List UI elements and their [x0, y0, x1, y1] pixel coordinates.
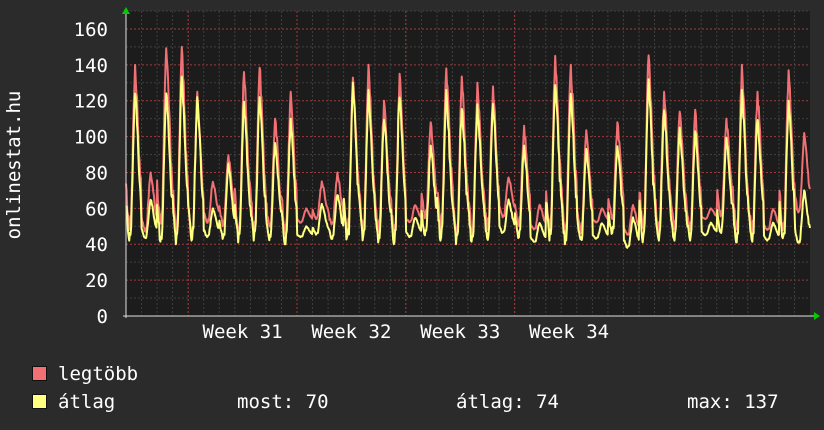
y-tick-label-140: 140	[74, 55, 108, 77]
legend-label-atlag: átlag	[58, 391, 116, 413]
legend-label-legtobb: legtöbb	[58, 363, 139, 385]
stat-average: átlag: 74	[456, 391, 559, 413]
x-tick-labels: Week 31 Week 32 Week 33 Week 34	[203, 321, 610, 340]
y-tick-label-100: 100	[74, 127, 108, 149]
stat-current: most: 70	[237, 391, 329, 413]
line-chart: 020406080100120140160 Week 31 Week 32 Week…	[3, 7, 820, 340]
x-tick-label-1: Week 31	[203, 321, 283, 340]
x-tick-label-3: Week 33	[420, 321, 500, 340]
y-axis-arrow	[122, 7, 130, 14]
y-tick-label-120: 120	[74, 91, 108, 113]
y-axis-label: onlinestat.hu	[3, 91, 25, 240]
x-tick-label-4: Week 34	[529, 321, 609, 340]
y-tick-labels: 0 20 40 60 80 100 120 140 160	[74, 19, 108, 328]
y-tick-label-0: 0	[97, 306, 108, 328]
y-tick-label-160: 160	[74, 19, 108, 41]
legend-swatch-atlag	[32, 394, 47, 409]
legend-swatch-legtobb	[32, 366, 47, 381]
y-tick-label-40: 40	[85, 234, 108, 256]
stat-max: max: 137	[687, 391, 779, 413]
y-tick-label-60: 60	[85, 198, 108, 220]
y-tick-label-20: 20	[85, 270, 108, 292]
y-tick-label-80: 80	[85, 162, 108, 184]
x-tick-label-2: Week 32	[311, 321, 391, 340]
x-axis-arrow	[814, 312, 820, 320]
